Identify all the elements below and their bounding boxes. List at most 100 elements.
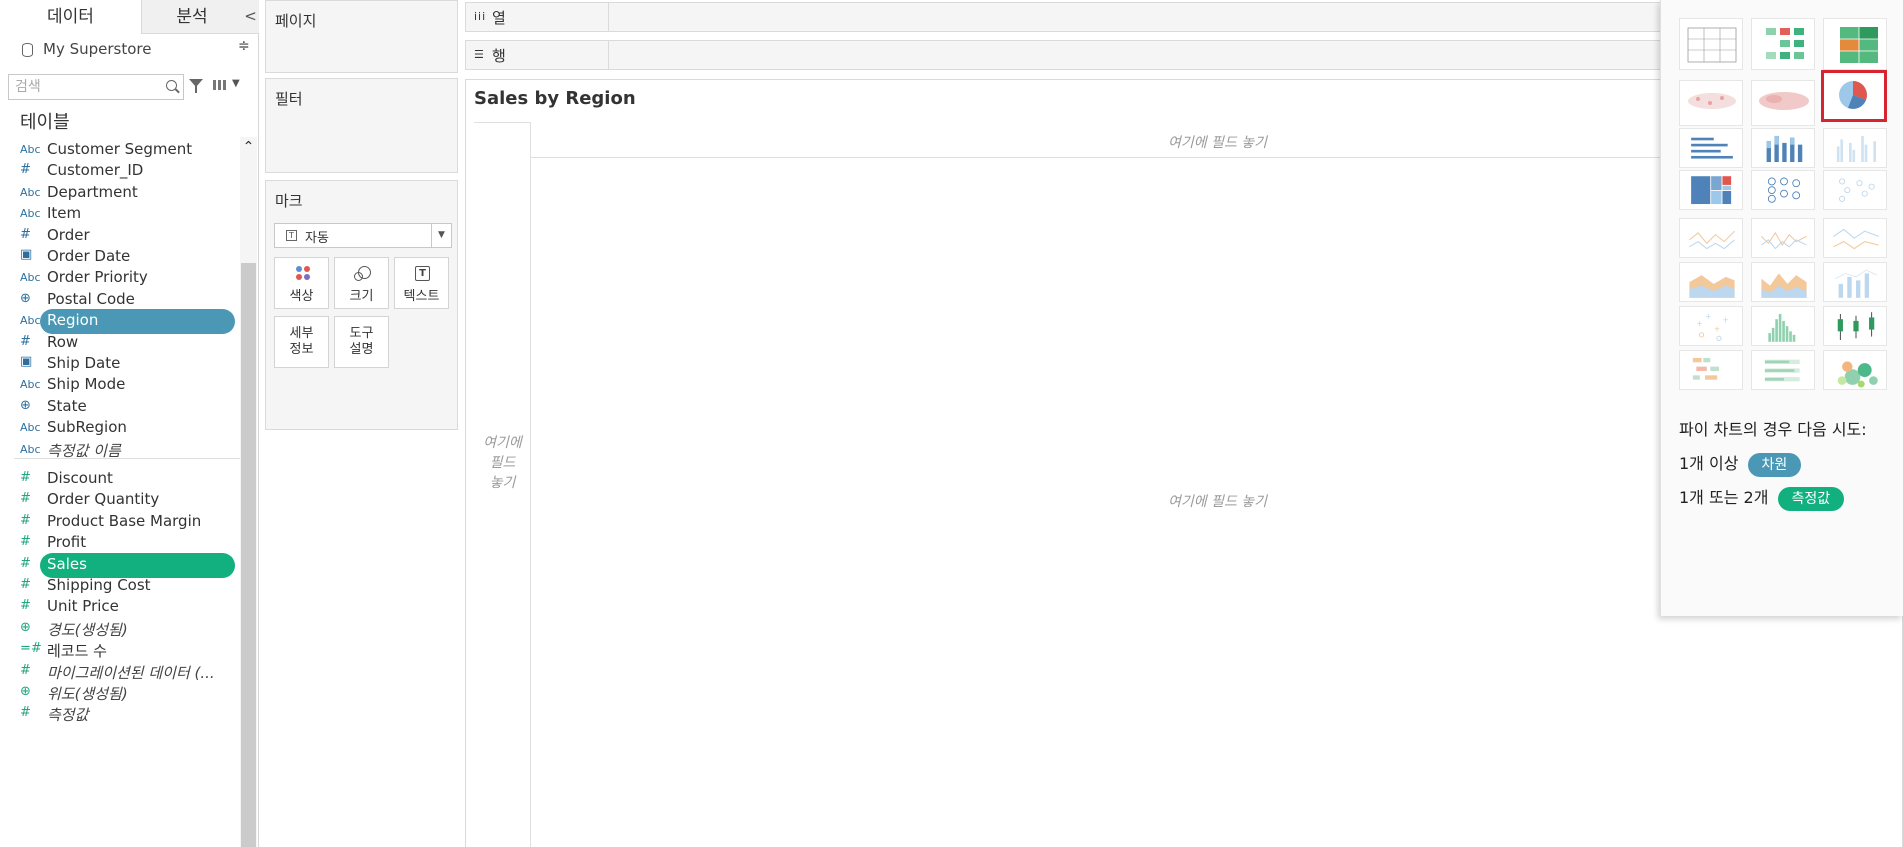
tab-analysis[interactable]: 분석 [142,0,242,34]
size-button[interactable]: 크기 [334,257,389,309]
field-item-측정값[interactable]: # 측정값 [0,701,240,727]
stacked-bar-chart-option[interactable] [1751,128,1815,168]
rows-drop-zone[interactable]: 여기에 필드 놓기 [474,122,531,847]
sort-icon[interactable]: ≑ [238,38,250,54]
filter-icon[interactable] [189,79,203,93]
line-discrete-chart-icon [1761,231,1807,250]
search-input[interactable] [15,77,160,97]
box-whisker-chart-option[interactable] [1823,306,1887,346]
line-continuous-chart-icon [1689,230,1735,250]
field-label: Ship Mode [47,375,126,394]
dual-combination-chart-option[interactable] [1823,262,1887,302]
area-continuous-chart-option[interactable] [1679,262,1743,302]
collapse-pane-button[interactable]: < [242,0,259,34]
number-type-icon: # [20,491,31,507]
pages-card[interactable]: 페이지 [265,0,458,73]
field-list-scrollbar[interactable]: ⌃ [240,137,257,847]
bullet-graph-chart-option[interactable] [1751,350,1815,390]
hint-dimension-line: 1개 이상 차원 [1679,450,1802,477]
dual-line-chart-option[interactable] [1823,218,1887,258]
heat-map-chart-option[interactable] [1751,18,1815,70]
text-mark-icon: T [286,230,297,241]
dimension-measure-divider [14,458,240,459]
pie-chart-option[interactable] [1821,70,1887,122]
mark-type-label: 자동 [305,231,329,246]
field-label: Product Base Margin [47,511,202,530]
number-type-icon: # [20,662,31,678]
rows-icon: ☰ [474,48,485,61]
text-label: 텍스트 [403,289,440,304]
area-continuous-chart-icon [1689,275,1735,298]
hint-measure-text: 1개 또는 2개 [1679,488,1769,507]
number-type-icon: # [20,577,31,592]
field-label: Shipping Cost [47,576,151,594]
gantt-chart-icon [1692,357,1719,380]
color-button[interactable]: 색상 [274,257,329,309]
text-table-chart-icon [1687,27,1737,63]
side-by-side-bar-chart-option[interactable] [1823,128,1887,168]
svg-text:+: + [1696,319,1703,328]
pages-card-title: 페이지 [275,12,317,30]
heat-map-chart-icon [1766,28,1804,59]
treemap-chart-option[interactable] [1679,170,1743,210]
string-type-icon: Abc [20,271,41,285]
string-type-icon: Abc [20,143,41,156]
gantt-chart-option[interactable] [1679,350,1743,390]
symbol-map-chart-option[interactable] [1679,80,1743,126]
field-label: 측정값 [47,706,89,725]
tab-data[interactable]: 데이터 [0,0,142,34]
line-continuous-chart-option[interactable] [1679,218,1743,258]
field-label: Order Quantity [47,490,160,509]
field-label: Order [47,225,90,244]
detail-label: 세부 정보 [289,326,314,357]
pane-tabs: 데이터 분석 < [0,0,259,34]
circle-view-chart-option[interactable] [1751,170,1815,210]
highlight-table-chart-option[interactable] [1823,18,1887,70]
area-discrete-chart-option[interactable] [1751,262,1815,302]
scatter-plot-chart-option[interactable]: + + + + [1679,306,1743,346]
scroll-up-icon[interactable]: ⌃ [240,137,257,157]
detail-button[interactable]: 세부 정보 [274,316,329,368]
scroll-thumb[interactable] [241,263,256,847]
field-label: Unit Price [47,597,119,616]
svg-text:+: + [1722,316,1729,325]
histogram-chart-option[interactable] [1751,306,1815,346]
field-label: Discount [47,469,113,487]
columns-label: 열 [492,9,506,27]
marks-card: 마크 T 자동 ▼ 색상 크기 T 텍스트 세부 정보 도구 설명 [265,180,458,430]
scatter-plot-chart-icon: ++++ [1696,312,1729,341]
view-options-icon[interactable] [213,80,227,90]
number-type-icon: # [20,162,31,178]
hint-dimension-text: 1개 이상 [1679,454,1739,473]
side-by-side-circle-chart-option[interactable] [1823,170,1887,210]
datasource-item[interactable]: My Superstore ≑ [0,36,259,64]
filled-map-chart-option[interactable] [1751,80,1815,126]
chevron-down-icon[interactable]: ▼ [232,78,240,89]
horizontal-bar-chart-option[interactable] [1679,128,1743,168]
text-button[interactable]: T 텍스트 [394,257,449,309]
bullet-graph-chart-icon [1764,359,1800,382]
search-icon[interactable] [166,80,177,91]
field-label: Customer_ID [47,161,144,180]
rows-drop-text: 여기에 필드 놓기 [483,435,522,491]
chevron-down-icon[interactable]: ▼ [431,224,451,247]
number-type-icon: # [20,333,31,349]
field-label: Customer Segment [47,140,193,158]
line-discrete-chart-option[interactable] [1751,218,1815,258]
packed-bubbles-chart-option[interactable] [1823,350,1887,390]
number-type-icon: # [20,534,31,550]
tooltip-button[interactable]: 도구 설명 [334,316,389,368]
filters-card[interactable]: 필터 [265,78,458,173]
number-type-icon: # [20,598,31,614]
calc-number-icon: =# [20,641,42,657]
area-discrete-chart-icon [1761,273,1807,298]
globe-icon: ⊕ [20,684,31,699]
tables-heading: 테이블 [20,112,70,133]
field-label: Sales [47,554,87,573]
field-label: Order Date [47,247,131,265]
view-title[interactable]: Sales by Region [474,88,636,109]
color-icon [295,266,311,282]
mark-type-dropdown[interactable]: T 자동 ▼ [274,223,452,248]
field-label: Postal Code [47,289,135,308]
text-table-chart-option[interactable] [1679,18,1743,70]
